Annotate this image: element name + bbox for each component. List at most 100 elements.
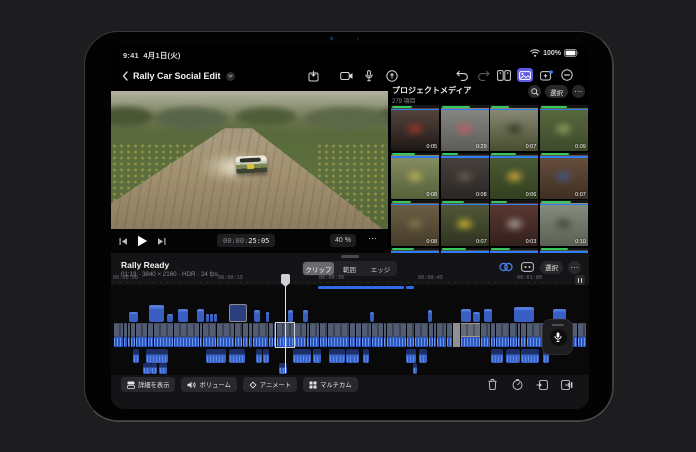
media-browser-icon[interactable] [517,68,533,82]
connected-clip[interactable] [129,312,138,322]
connected-clip[interactable] [473,312,480,322]
connected-clip[interactable] [514,307,534,322]
timeline-resize-handle[interactable] [341,255,359,258]
connected-clip[interactable] [266,312,269,322]
connected-clip[interactable] [149,305,164,322]
connected-clip[interactable] [210,314,213,322]
media-item[interactable]: 0:08 [441,153,489,199]
connected-audio-clip[interactable] [419,349,427,363]
media-item[interactable]: 0:09 [540,105,588,151]
connected-audio-clip[interactable] [159,363,167,374]
connected-audio-clip[interactable] [313,349,321,363]
connected-audio-clip[interactable] [339,349,345,363]
connected-clip[interactable] [178,309,188,322]
primary-storyline-clip[interactable] [309,323,319,347]
back-button[interactable] [121,69,128,83]
mic-icon[interactable] [361,69,377,83]
inspector-icon[interactable] [538,68,554,82]
voiceover-grip[interactable] [552,324,564,326]
primary-storyline-clip[interactable] [361,323,371,347]
primary-storyline-clip[interactable] [319,323,327,347]
primary-storyline-clip[interactable] [234,323,242,347]
remote-icon[interactable] [384,69,400,83]
connected-clip[interactable] [206,314,209,322]
primary-storyline-clip[interactable] [406,323,414,347]
connected-audio-clip[interactable] [521,349,539,363]
connected-clip[interactable] [197,309,204,322]
primary-storyline-clip[interactable] [414,323,428,347]
primary-storyline-clip[interactable] [294,323,306,347]
connected-audio-clip[interactable] [413,363,417,374]
connected-audio-clip[interactable] [293,349,311,363]
timeline-more-button[interactable]: ⋯ [568,261,581,274]
connected-clip[interactable] [254,310,260,322]
primary-storyline-clip[interactable] [327,323,349,347]
media-item[interactable]: 0:07 [540,153,588,199]
connected-audio-clip[interactable] [506,349,520,363]
primary-storyline-clip[interactable] [460,323,480,347]
primary-storyline-clip[interactable] [480,323,490,347]
connected-clip[interactable] [484,309,492,322]
overwrite-icon[interactable] [559,378,575,392]
primary-storyline-clip[interactable] [452,323,460,347]
voiceover-button[interactable] [542,319,573,355]
video-viewer[interactable] [111,91,388,229]
animate-button[interactable]: アニメート [243,377,297,392]
media-item[interactable]: 0:05 [391,105,439,151]
connected-audio-clip[interactable] [206,349,226,363]
primary-storyline-clip[interactable] [173,323,199,347]
media-item[interactable]: 0:10 [540,200,588,246]
search-icon[interactable] [528,85,541,98]
connected-clip[interactable] [214,314,217,322]
connected-range-bar[interactable] [318,286,404,289]
insert-icon[interactable] [534,378,550,392]
primary-storyline-clip[interactable] [153,323,173,347]
connected-clip[interactable] [303,310,308,322]
primary-storyline-clip[interactable] [216,323,234,347]
volume-button[interactable]: ボリューム [181,377,236,392]
multicam-button[interactable]: マルチカム [303,377,357,392]
connected-clip[interactable] [370,312,374,322]
connected-audio-clip[interactable] [151,363,157,374]
import-icon[interactable] [305,69,321,83]
connected-audio-clip[interactable] [406,349,416,363]
skip-forward-icon[interactable] [157,234,166,248]
viewer-more-button[interactable]: ⋯ [368,233,378,244]
track-height-button[interactable] [575,275,585,285]
media-item[interactable]: 0:08 [391,153,439,199]
connected-audio-clip[interactable] [143,363,151,374]
undo-icon[interactable] [454,68,470,82]
connected-audio-clip[interactable] [133,349,139,363]
hide-panel-icon[interactable] [559,68,575,82]
play-button[interactable] [137,234,148,248]
connected-clip[interactable] [167,314,173,322]
connected-clip[interactable] [288,310,293,322]
split-view-icon[interactable] [496,68,512,82]
media-item[interactable]: 0:29 [441,105,489,151]
connected-clip[interactable] [229,304,247,322]
timeline-clips-area[interactable] [111,285,589,375]
viewer-zoom-control[interactable]: 40 % [330,234,356,247]
connected-range-bar[interactable] [406,286,414,289]
primary-storyline-clip[interactable] [371,323,383,347]
primary-storyline-clip[interactable] [509,323,517,347]
connected-audio-clip[interactable] [363,349,369,363]
retime-icon[interactable] [509,378,525,392]
primary-storyline-clip[interactable] [577,323,586,347]
connected-audio-clip[interactable] [491,349,503,363]
timecode-display[interactable]: 00:00:25:05 [217,234,275,247]
camera-icon[interactable] [338,69,354,83]
timeline-select-button[interactable]: 選択 [540,261,563,274]
primary-storyline-clip[interactable] [113,323,123,347]
timeline-ruler[interactable]: 00:00:0000:00:1500:00:3000:00:4500:01:00 [111,274,589,285]
connected-clip[interactable] [428,310,432,322]
show-details-button[interactable]: 詳細を表示 [121,377,175,392]
connected-audio-clip[interactable] [229,349,245,363]
delete-icon[interactable] [484,378,500,392]
jog-wheel-icon[interactable] [519,260,535,274]
media-item[interactable]: 0:03 [490,200,538,246]
primary-storyline-clip[interactable] [386,323,406,347]
playhead-line[interactable] [285,274,286,373]
media-item[interactable]: 0:08 [391,200,439,246]
connected-audio-clip[interactable] [263,349,269,363]
